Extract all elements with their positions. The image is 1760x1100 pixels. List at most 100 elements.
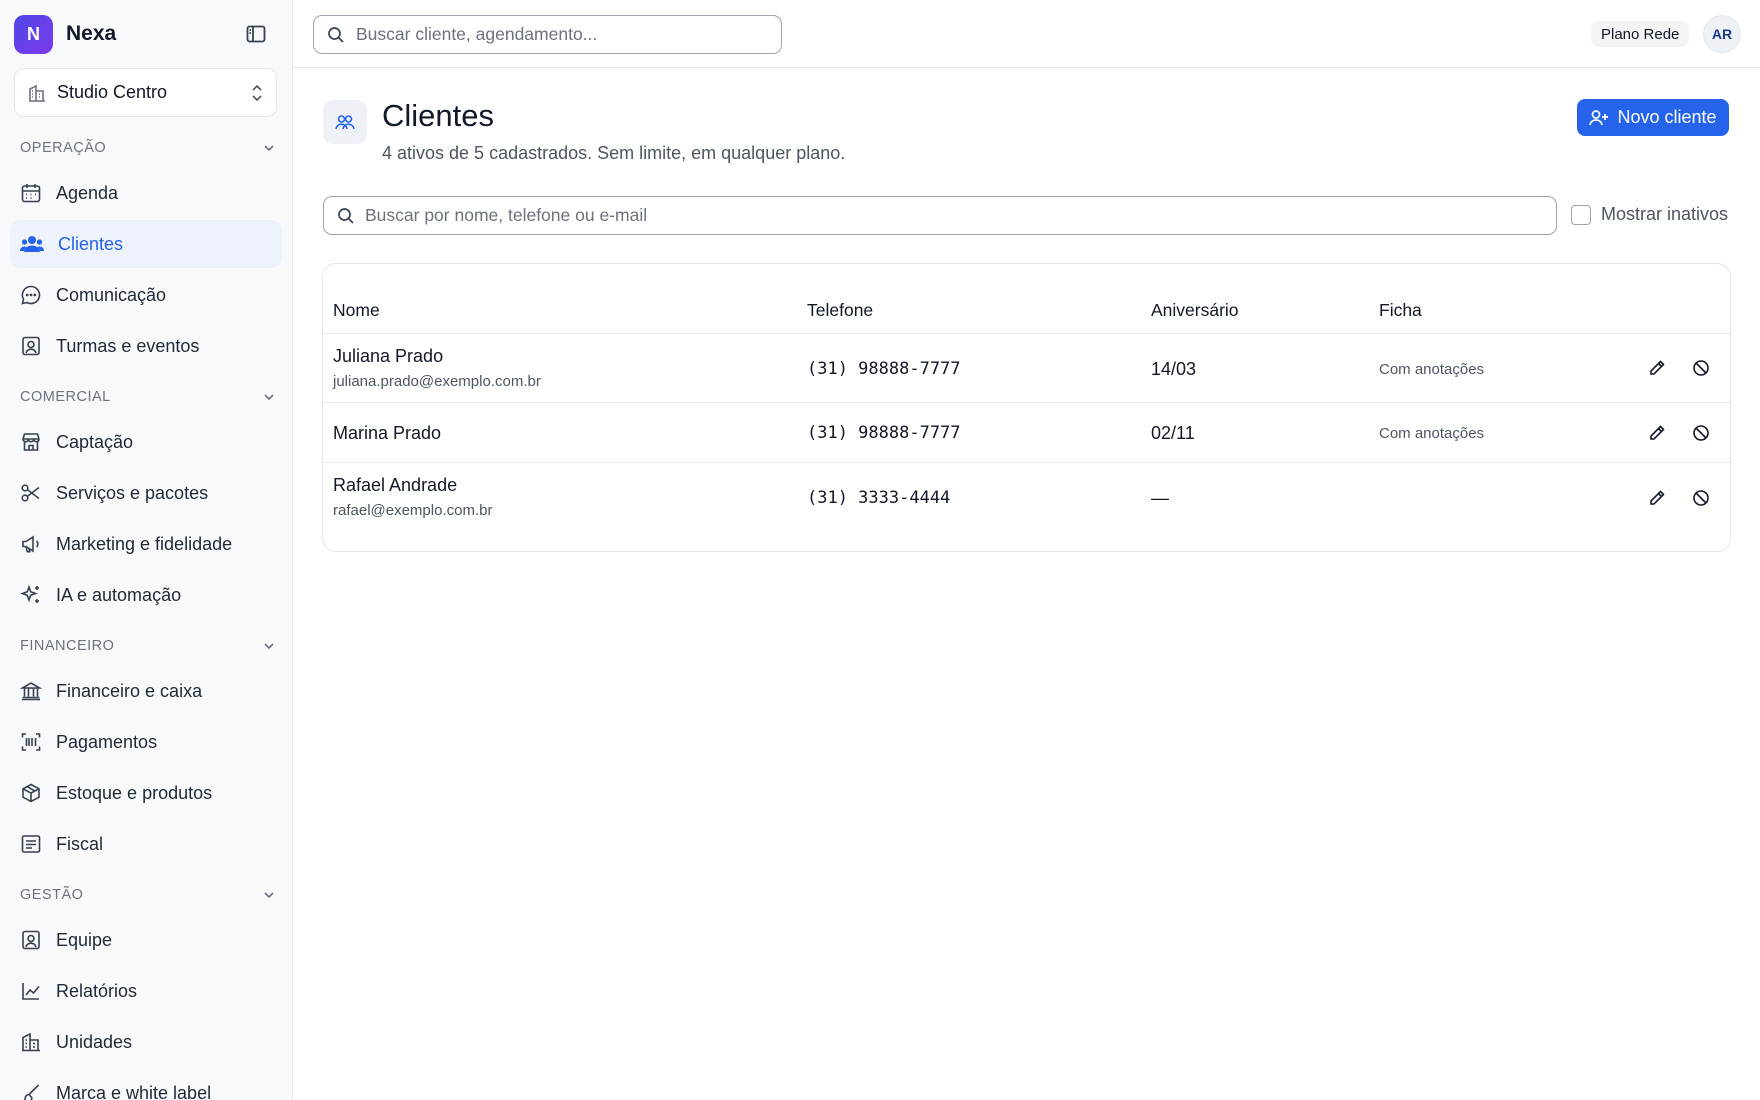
table-row[interactable]: Juliana Prado juliana.prado@exemplo.com.… — [323, 334, 1730, 403]
unit-selector[interactable]: Studio Centro — [14, 68, 277, 117]
sidebar-item-marketing[interactable]: Marketing e fidelidade — [10, 520, 282, 568]
section-label: COMERCIAL — [20, 389, 111, 405]
client-phone: (31) 98888-7777 — [807, 423, 961, 443]
section-comercial[interactable]: COMERCIAL — [20, 389, 276, 405]
sidebar-item-label: Pagamentos — [56, 731, 158, 752]
client-name: Rafael Andrade — [333, 475, 458, 495]
sidebar-item-marca[interactable]: Marca e white label — [10, 1069, 282, 1100]
global-search-input[interactable] — [356, 24, 768, 45]
barcode-scan-icon — [21, 733, 41, 751]
sidebar-item-comunicacao[interactable]: Comunicação — [10, 271, 282, 319]
sidebar-panel-icon — [246, 25, 266, 43]
sidebar-item-label: Financeiro e caixa — [56, 680, 203, 701]
client-email: juliana.prado@exemplo.com.br — [333, 373, 541, 390]
show-inactive-checkbox[interactable] — [1571, 204, 1591, 225]
sparkles-icon — [20, 584, 39, 603]
header-name: Nome — [333, 300, 380, 320]
sidebar-toggle-button[interactable] — [244, 22, 268, 46]
chevron-down-icon — [264, 643, 274, 650]
client-birthday: 14/03 — [1151, 359, 1197, 379]
sidebar-item-ia[interactable]: IA e automação — [10, 571, 282, 619]
building-icon — [22, 1032, 40, 1052]
brush-icon — [23, 1084, 40, 1100]
sidebar-item-label: Relatórios — [56, 980, 138, 1001]
header-birthday: Aniversário — [1151, 300, 1239, 320]
chevron-down-icon — [264, 892, 274, 899]
client-email: rafael@exemplo.com.br — [333, 502, 493, 519]
page-subtitle: 4 ativos de 5 cadastrados. Sem limite, e… — [382, 143, 846, 163]
sidebar-item-financeiro[interactable]: Financeiro e caixa — [10, 667, 282, 715]
sidebar-item-label: Turmas e eventos — [56, 335, 200, 356]
sidebar-item-label: Fiscal — [56, 833, 104, 854]
user-avatar[interactable]: AR — [1703, 15, 1741, 53]
edit-button[interactable] — [1644, 485, 1670, 511]
sidebar-item-relatorios[interactable]: Relatórios — [10, 967, 282, 1015]
sidebar-item-label: Clientes — [58, 233, 124, 254]
section-operacao[interactable]: OPERAÇÃO — [20, 140, 276, 156]
header-record: Ficha — [1379, 300, 1422, 320]
ban-icon — [1693, 490, 1709, 506]
show-inactive-label: Mostrar inativos — [1601, 204, 1729, 224]
chevron-down-icon — [264, 394, 274, 401]
section-label: GESTÃO — [20, 887, 84, 903]
chevron-up-down-icon — [252, 84, 262, 101]
sidebar-item-pagamentos[interactable]: Pagamentos — [10, 718, 282, 766]
edit-button[interactable] — [1644, 420, 1670, 446]
brand-name: Nexa — [66, 22, 117, 45]
show-inactive-toggle[interactable]: Mostrar inativos — [1571, 204, 1728, 225]
search-icon — [338, 207, 354, 224]
sidebar-item-servicos[interactable]: Serviços e pacotes — [10, 469, 282, 517]
global-search[interactable] — [313, 15, 782, 54]
table-row[interactable]: Marina Prado (31) 98888-7777 02/11 Com a… — [323, 403, 1730, 463]
new-client-button[interactable]: Novo cliente — [1577, 99, 1729, 136]
client-filter-input[interactable] — [365, 205, 1543, 226]
sidebar-item-fiscal[interactable]: Fiscal — [10, 820, 282, 868]
sidebar-item-clientes[interactable]: Clientes — [10, 220, 282, 268]
section-gestao[interactable]: GESTÃO — [20, 887, 276, 903]
sidebar-item-label: Captação — [56, 431, 134, 452]
sidebar-item-label: Equipe — [56, 929, 113, 950]
sidebar-item-label: Agenda — [56, 182, 119, 203]
sidebar-item-turmas[interactable]: Turmas e eventos — [10, 322, 282, 370]
new-client-label: Novo cliente — [1617, 107, 1717, 127]
package-icon — [22, 783, 40, 803]
client-phone: (31) 98888-7777 — [807, 359, 961, 379]
sidebar-item-agenda[interactable]: Agenda — [10, 169, 282, 217]
table-row[interactable]: Rafael Andrade rafael@exemplo.com.br (31… — [323, 463, 1730, 533]
calendar-icon — [21, 184, 41, 203]
section-financeiro[interactable]: FINANCEIRO — [20, 638, 276, 654]
bank-icon — [20, 682, 42, 701]
users-icon — [20, 236, 44, 252]
pencil-icon — [1650, 425, 1665, 440]
brand-logo: N — [14, 14, 53, 54]
pencil-icon — [1650, 490, 1665, 505]
client-name: Marina Prado — [333, 423, 442, 443]
header-phone: Telefone — [807, 300, 874, 320]
sidebar-item-label: Estoque e produtos — [56, 782, 213, 803]
pencil-icon — [1650, 360, 1665, 375]
contact-square-icon — [22, 930, 40, 950]
megaphone-icon — [22, 535, 39, 553]
user-plus-icon — [1589, 109, 1609, 125]
sidebar-item-estoque[interactable]: Estoque e produtos — [10, 769, 282, 817]
deactivate-button[interactable] — [1688, 485, 1714, 511]
sidebar-item-equipe[interactable]: Equipe — [10, 916, 282, 964]
deactivate-button[interactable] — [1688, 420, 1714, 446]
client-birthday: — — [1151, 488, 1169, 508]
sidebar-item-unidades[interactable]: Unidades — [10, 1018, 282, 1066]
page-title: Clientes — [382, 98, 494, 133]
client-filter[interactable] — [323, 196, 1557, 235]
brand[interactable]: N Nexa — [14, 14, 117, 54]
sidebar-item-label: Marketing e fidelidade — [56, 533, 233, 554]
edit-button[interactable] — [1644, 355, 1670, 381]
sidebar-item-label: Comunicação — [56, 284, 167, 305]
client-phone: (31) 3333-4444 — [807, 488, 951, 508]
ban-icon — [1693, 360, 1709, 376]
deactivate-button[interactable] — [1688, 355, 1714, 381]
sidebar-item-captacao[interactable]: Captação — [10, 418, 282, 466]
client-record: Com anotações — [1379, 361, 1485, 378]
chevron-down-icon — [264, 145, 274, 152]
contact-square-icon — [22, 336, 40, 356]
search-icon — [328, 26, 344, 43]
sidebar: N Nexa Studio Centro OPERAÇÃO Agenda Cli… — [0, 0, 293, 1100]
